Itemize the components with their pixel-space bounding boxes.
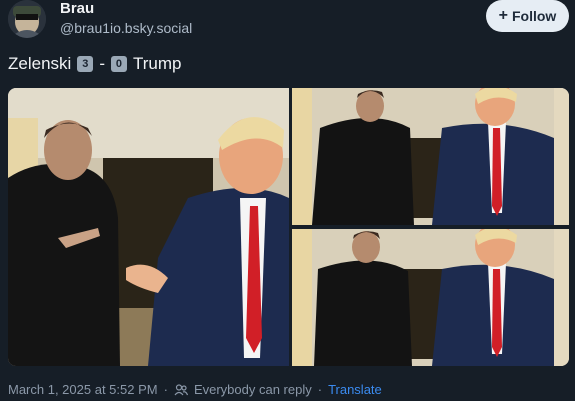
author-name[interactable]: Brau (60, 0, 94, 17)
author-handle[interactable]: @brau1io.bsky.social (60, 20, 192, 36)
avatar[interactable] (8, 0, 46, 38)
photo-2[interactable] (292, 88, 569, 225)
post-text-start: Zelenski (8, 54, 72, 73)
photo-1-image (8, 88, 289, 366)
score-right-keycap: 0 (110, 56, 127, 72)
score-left-keycap: 3 (77, 56, 94, 72)
post-meta: March 1, 2025 at 5:52 PM · Everybody can… (8, 382, 382, 397)
plus-icon: + (498, 7, 508, 24)
photo-2-image (292, 88, 569, 225)
post-timestamp[interactable]: March 1, 2025 at 5:52 PM (8, 382, 158, 397)
avatar-image (8, 0, 46, 38)
image-gallery (8, 88, 569, 366)
follow-button[interactable]: + Follow (486, 0, 569, 32)
photo-3[interactable] (292, 229, 569, 366)
photo-3-image (292, 229, 569, 366)
meta-separator: · (163, 382, 168, 397)
translate-link[interactable]: Translate (328, 382, 382, 397)
score-separator: - (99, 54, 105, 73)
follow-label: Follow (512, 8, 557, 24)
post-text: Zelenski 3 - 0 Trump (8, 54, 181, 74)
post-text-end: Trump (132, 54, 182, 73)
meta-separator-2: · (317, 382, 323, 397)
people-icon (174, 383, 188, 396)
photo-1[interactable] (8, 88, 289, 366)
reply-setting[interactable]: Everybody can reply (194, 382, 312, 397)
